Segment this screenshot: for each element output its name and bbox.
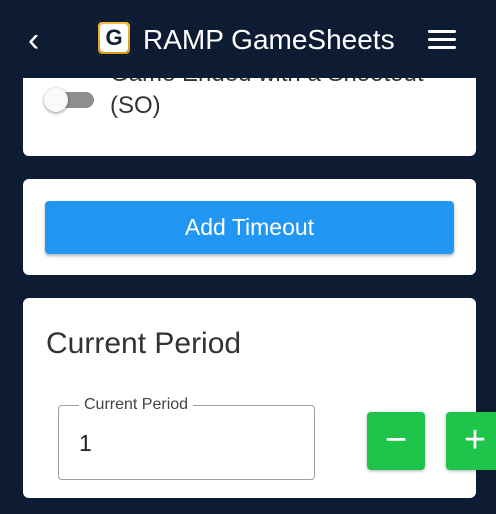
- decrement-period-button[interactable]: −: [367, 412, 425, 470]
- chevron-left-icon: ‹: [28, 21, 40, 59]
- minus-icon: −: [384, 419, 408, 461]
- back-button[interactable]: ‹: [28, 20, 60, 60]
- current-period-field[interactable]: Current Period 1: [58, 395, 315, 480]
- menu-button[interactable]: [428, 26, 456, 50]
- increment-period-button[interactable]: +: [446, 412, 496, 470]
- app-header: ‹ G RAMP GameSheets: [0, 0, 496, 78]
- add-timeout-button[interactable]: Add Timeout: [45, 201, 454, 254]
- toggle-thumb: [44, 88, 68, 112]
- logo-letter: G: [100, 24, 128, 52]
- app-logo: G: [96, 20, 132, 56]
- app-title: RAMP GameSheets: [143, 24, 395, 55]
- shootout-toggle[interactable]: [44, 88, 94, 112]
- current-period-value[interactable]: 1: [79, 428, 92, 458]
- current-period-title: Current Period: [46, 327, 242, 360]
- plus-icon: +: [463, 419, 487, 461]
- current-period-field-label: Current Period: [79, 395, 194, 415]
- hamburger-menu-icon: [428, 30, 456, 33]
